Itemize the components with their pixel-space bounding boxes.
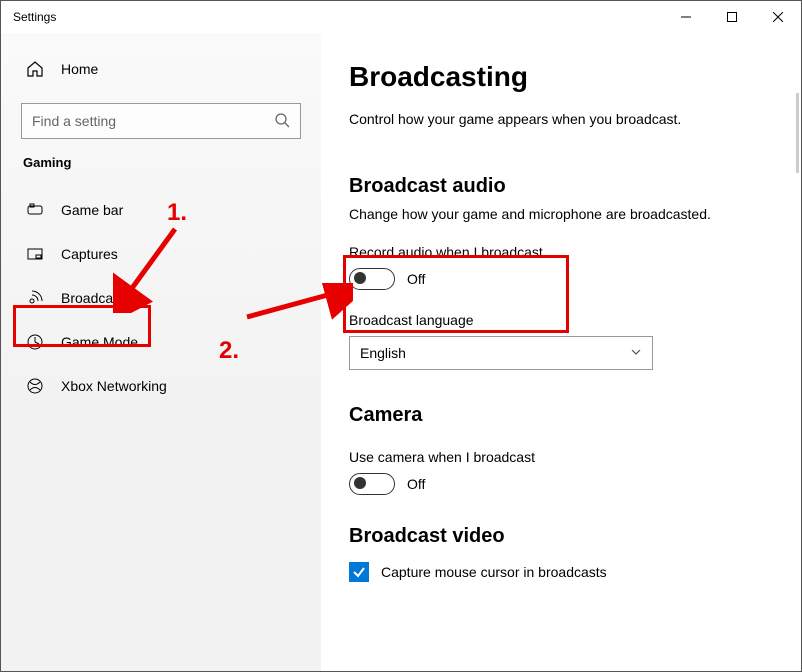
sidebar-section-label: Gaming bbox=[23, 155, 321, 170]
camera-heading: Camera bbox=[349, 404, 781, 427]
xbox-icon bbox=[25, 376, 45, 396]
nav-label: Captures bbox=[61, 246, 118, 262]
maximize-button[interactable] bbox=[709, 1, 755, 33]
nav-label: Game Mode bbox=[61, 334, 138, 350]
toggle-knob bbox=[354, 272, 366, 284]
broadcast-audio-description: Change how your game and microphone are … bbox=[349, 206, 781, 222]
chevron-down-icon bbox=[630, 346, 642, 361]
check-icon bbox=[352, 565, 366, 579]
content-pane: Broadcasting Control how your game appea… bbox=[321, 33, 801, 671]
game-mode-icon bbox=[25, 332, 45, 352]
sidebar-item-captures[interactable]: Captures bbox=[21, 232, 321, 276]
broadcast-language-select[interactable]: English bbox=[349, 336, 653, 370]
broadcast-language-label: Broadcast language bbox=[349, 312, 781, 328]
page-title: Broadcasting bbox=[349, 61, 781, 93]
window-title: Settings bbox=[13, 10, 56, 24]
search-input[interactable]: Find a setting bbox=[21, 103, 301, 139]
nav-label: Broadcasting bbox=[61, 290, 143, 306]
captures-icon bbox=[25, 244, 45, 264]
broadcast-audio-heading: Broadcast audio bbox=[349, 175, 781, 198]
use-camera-label: Use camera when I broadcast bbox=[349, 449, 781, 465]
scrollbar[interactable] bbox=[796, 93, 799, 173]
record-audio-state: Off bbox=[407, 271, 425, 287]
titlebar: Settings bbox=[1, 1, 801, 33]
page-description: Control how your game appears when you b… bbox=[349, 111, 781, 127]
minimize-button[interactable] bbox=[663, 1, 709, 33]
home-icon bbox=[25, 59, 45, 79]
sidebar: Home Find a setting Gaming Game bar bbox=[1, 33, 321, 671]
use-camera-toggle[interactable] bbox=[349, 473, 395, 495]
record-audio-toggle[interactable] bbox=[349, 268, 395, 290]
minimize-icon bbox=[681, 12, 691, 22]
nav-label: Game bar bbox=[61, 202, 123, 218]
sidebar-item-game-mode[interactable]: Game Mode bbox=[21, 320, 321, 364]
sidebar-item-broadcasting[interactable]: Broadcasting bbox=[21, 276, 321, 320]
home-link[interactable]: Home bbox=[21, 49, 321, 89]
maximize-icon bbox=[727, 12, 737, 22]
broadcasting-icon bbox=[25, 288, 45, 308]
capture-cursor-checkbox[interactable] bbox=[349, 562, 369, 582]
sidebar-item-xbox-networking[interactable]: Xbox Networking bbox=[21, 364, 321, 408]
search-placeholder: Find a setting bbox=[32, 113, 116, 129]
broadcast-language-value: English bbox=[360, 345, 406, 361]
settings-window: Settings Home Find a setti bbox=[0, 0, 802, 672]
use-camera-state: Off bbox=[407, 476, 425, 492]
capture-cursor-label: Capture mouse cursor in broadcasts bbox=[381, 564, 607, 580]
broadcast-video-heading: Broadcast video bbox=[349, 525, 781, 548]
game-bar-icon bbox=[25, 200, 45, 220]
toggle-knob bbox=[354, 477, 366, 489]
window-controls bbox=[663, 1, 801, 33]
search-icon bbox=[274, 112, 290, 131]
nav-label: Xbox Networking bbox=[61, 378, 167, 394]
sidebar-item-game-bar[interactable]: Game bar bbox=[21, 188, 321, 232]
close-button[interactable] bbox=[755, 1, 801, 33]
record-audio-label: Record audio when I broadcast bbox=[349, 244, 781, 260]
home-label: Home bbox=[61, 61, 98, 77]
close-icon bbox=[773, 12, 783, 22]
